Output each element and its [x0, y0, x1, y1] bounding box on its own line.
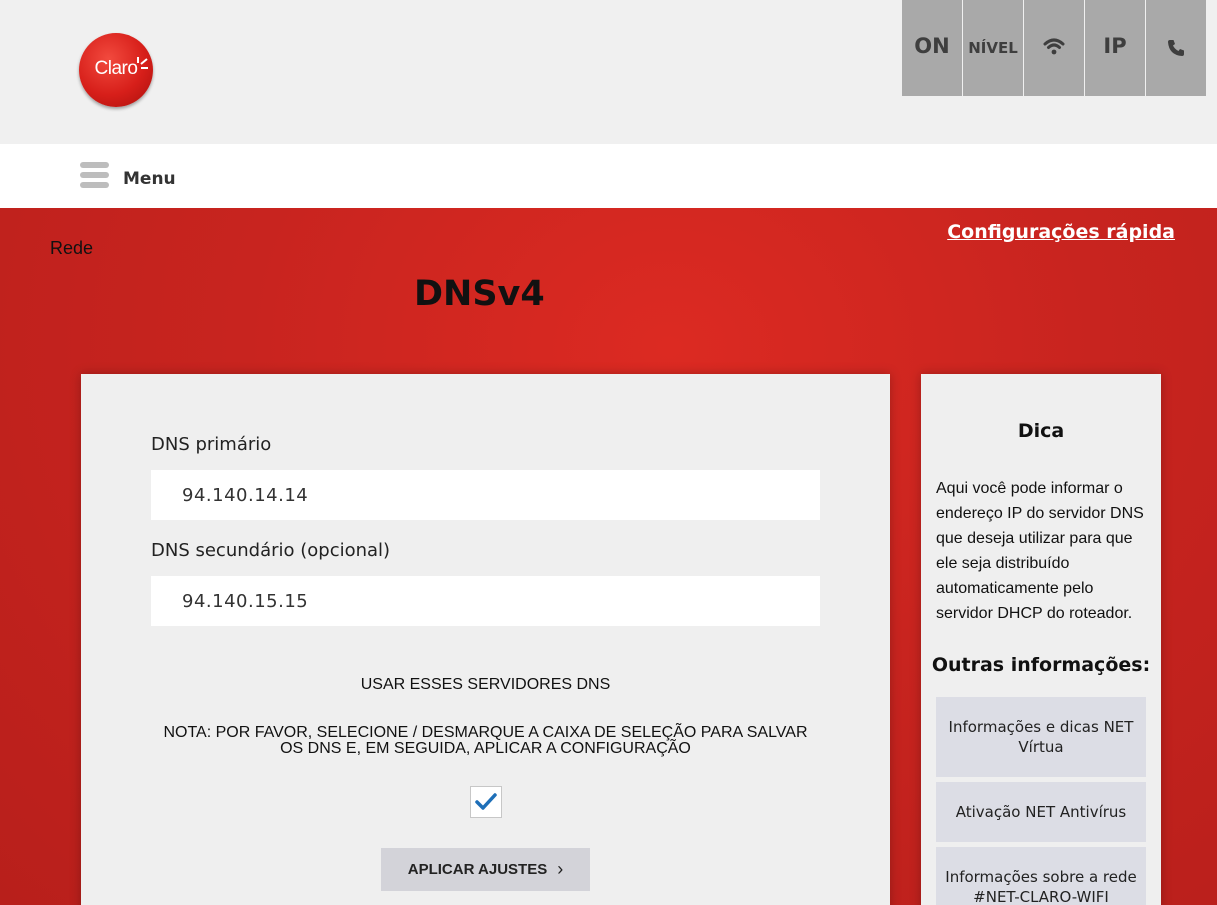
- use-dns-servers-text: USAR ESSES SERVIDORES DNS: [360, 676, 611, 693]
- info-link-antivirus[interactable]: Ativação NET Antivírus: [936, 782, 1146, 842]
- ip-button[interactable]: IP: [1085, 0, 1145, 96]
- info-link-label: Ativação NET Antivírus: [955, 803, 1127, 821]
- use-dns-checkbox[interactable]: [470, 786, 502, 818]
- other-info-title: Outras informações:: [931, 654, 1151, 676]
- tip-body: Aqui você pode informar o endereço IP do…: [936, 480, 1144, 622]
- phone-icon: [1168, 40, 1184, 56]
- ip-label: IP: [1103, 34, 1127, 58]
- signal-level-button[interactable]: NÍVEL: [963, 0, 1023, 96]
- menu-label: Menu: [123, 169, 176, 189]
- status-icons: ON NÍVEL IP: [902, 0, 1207, 96]
- signal-level-label: NÍVEL: [968, 39, 1018, 57]
- page-title: DNSv4: [414, 274, 545, 314]
- hamburger-icon: [80, 162, 109, 188]
- status-on-label: ON: [914, 34, 950, 58]
- menu-button[interactable]: Menu: [80, 161, 176, 189]
- apply-settings-button[interactable]: APLICAR AJUSTES ›: [381, 848, 590, 891]
- claro-logo[interactable]: Claro: [79, 33, 153, 107]
- info-link-wifi-network[interactable]: Informações sobre a rede #NET-CLARO-WIFI: [936, 847, 1146, 905]
- checkmark-icon: [475, 793, 497, 810]
- quick-settings-link[interactable]: Configurações rápida: [947, 221, 1175, 243]
- info-link-label: Informações sobre a rede #NET-CLARO-WIFI: [945, 868, 1137, 905]
- menu-bar: Menu: [0, 144, 1217, 208]
- secondary-dns-input[interactable]: [151, 576, 820, 626]
- wifi-icon: [1043, 38, 1065, 55]
- chevron-right-icon: ›: [557, 859, 564, 879]
- status-on-button[interactable]: ON: [902, 0, 962, 96]
- dns-form-card: DNS primário DNS secundário (opcional) U…: [81, 374, 890, 905]
- breadcrumb[interactable]: Rede: [50, 238, 93, 259]
- info-link-net-virtua[interactable]: Informações e dicas NET Vírtua: [936, 697, 1146, 777]
- top-bar: Claro ON NÍVEL IP: [0, 0, 1217, 144]
- info-link-label: Informações e dicas NET Vírtua: [948, 718, 1134, 756]
- tip-title: Dica: [1017, 420, 1065, 442]
- logo-spark-icon: [137, 57, 148, 69]
- secondary-dns-label: DNS secundário (opcional): [151, 540, 391, 561]
- phone-button[interactable]: [1146, 0, 1206, 96]
- apply-settings-label: APLICAR AJUSTES: [407, 861, 548, 878]
- primary-dns-label: DNS primário: [151, 434, 272, 455]
- content-area: Rede Configurações rápida DNSv4 DNS prim…: [0, 208, 1217, 905]
- tip-card: Dica Aqui você pode informar o endereço …: [921, 374, 1161, 905]
- primary-dns-input[interactable]: [151, 470, 820, 520]
- wifi-button[interactable]: [1024, 0, 1084, 96]
- save-note: NOTA: POR FAVOR, SELECIONE / DESMARQUE A…: [163, 724, 808, 757]
